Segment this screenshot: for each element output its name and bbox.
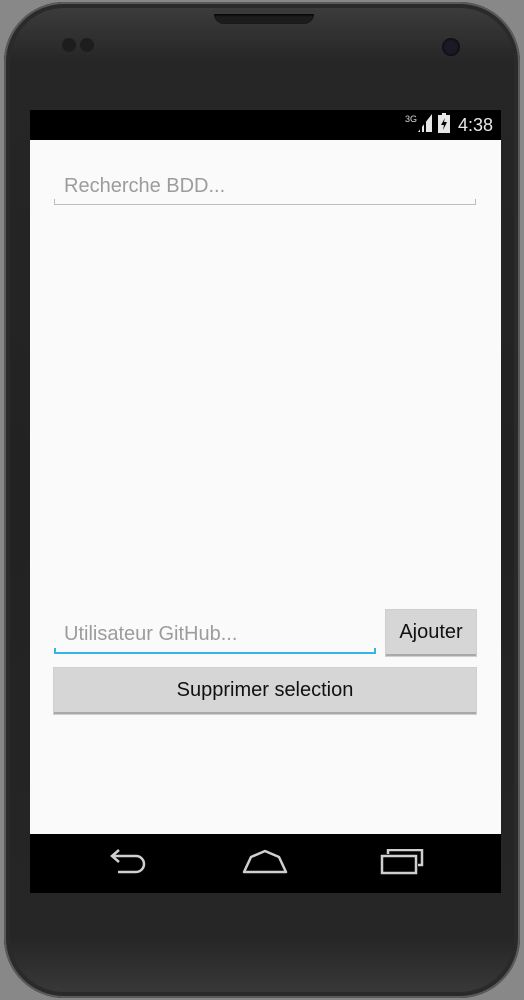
back-arrow-icon (106, 848, 150, 880)
add-button[interactable]: Ajouter (386, 610, 476, 656)
search-field[interactable] (54, 168, 476, 205)
delete-selection-button[interactable]: Supprimer selection (54, 668, 476, 714)
proximity-sensor (62, 38, 76, 52)
status-icons: 3G 4:38 (404, 112, 493, 138)
github-user-input[interactable] (54, 616, 376, 652)
front-camera (442, 38, 460, 56)
device-screen: 3G 4:38 Ajo (30, 110, 501, 893)
battery-charging-icon (437, 112, 450, 138)
status-bar: 3G 4:38 (30, 110, 501, 140)
github-user-field[interactable] (54, 616, 376, 654)
network-type-label: 3G (404, 114, 417, 124)
signal-strength-icon (417, 113, 432, 137)
home-button[interactable] (230, 842, 300, 886)
recent-apps-button[interactable] (368, 842, 438, 886)
app-content: Ajouter Supprimer selection (30, 140, 501, 834)
search-input[interactable] (54, 168, 476, 204)
home-icon (241, 849, 289, 880)
navigation-bar (30, 834, 501, 893)
light-sensor (80, 38, 94, 52)
earpiece-speaker (214, 14, 314, 24)
recent-apps-icon (380, 848, 426, 880)
back-button[interactable] (93, 842, 163, 886)
status-clock: 4:38 (457, 114, 493, 135)
